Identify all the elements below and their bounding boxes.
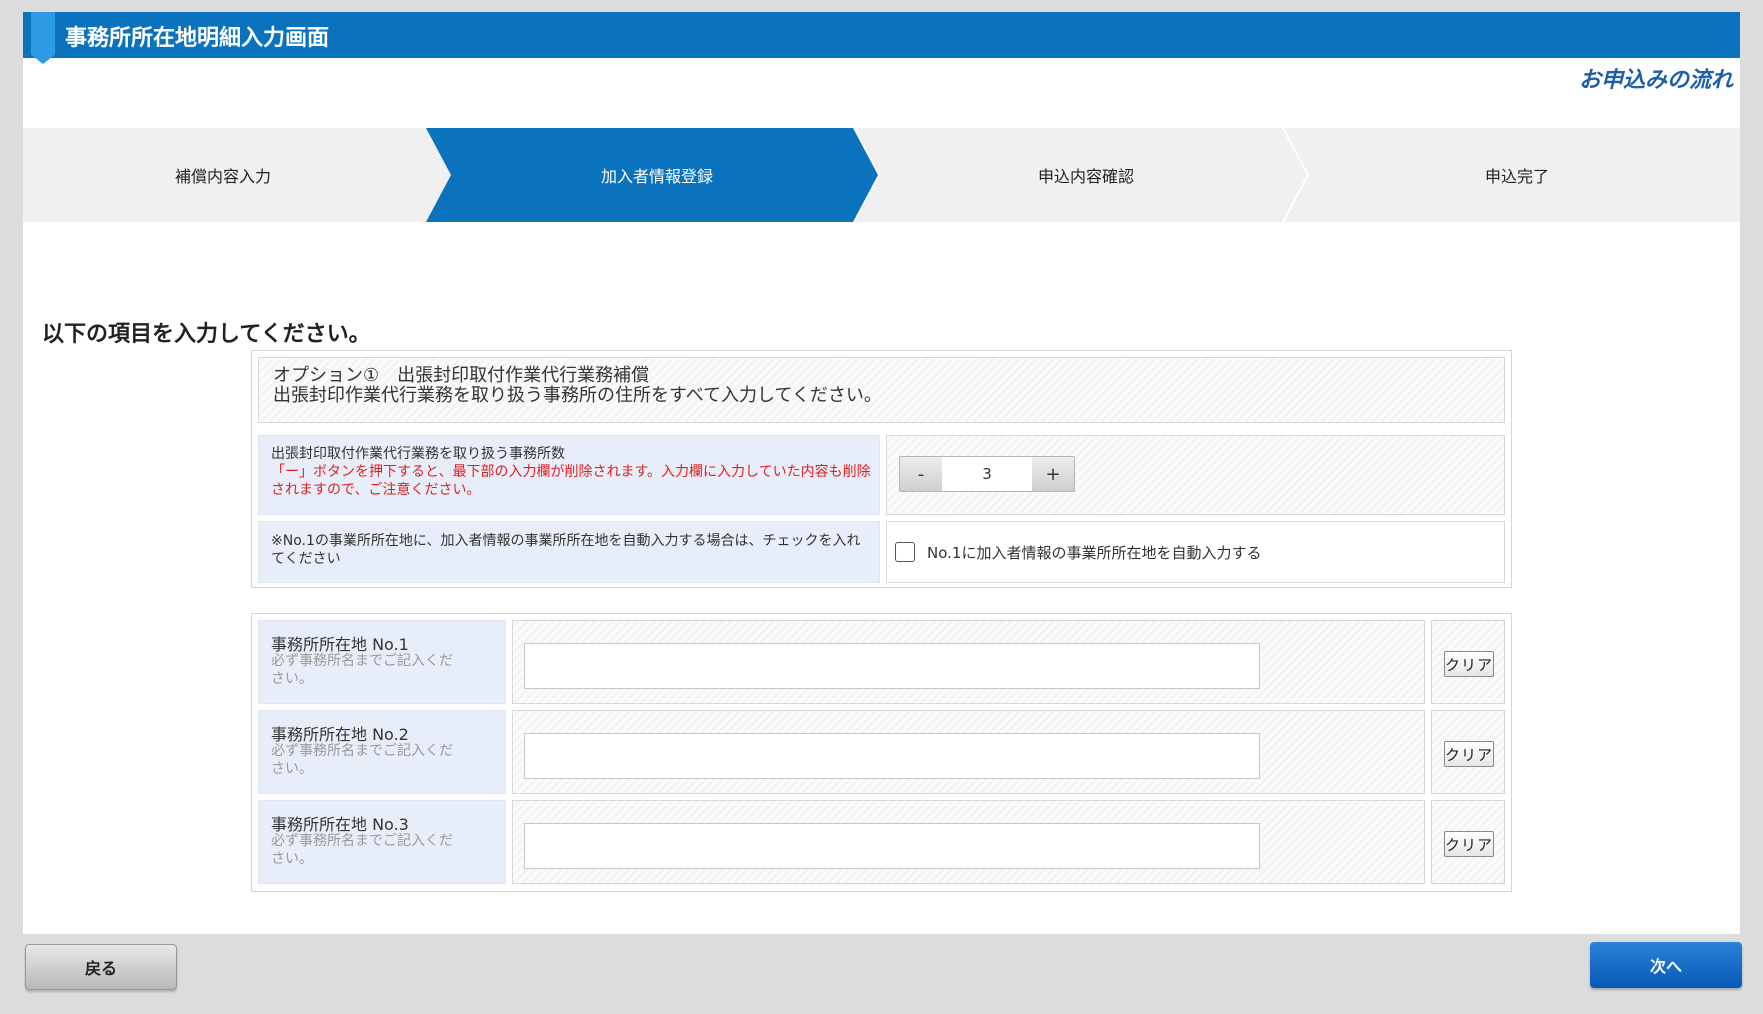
page-title: 事務所所在地明細入力画面 [65, 26, 330, 51]
option-group: オプション① 出張封印取付作業代行業務補償 出張封印作業代行業務を取り扱う事務所… [251, 350, 1512, 588]
instruction-heading: 以下の項目を入力してください。 [42, 322, 371, 347]
decrement-button[interactable]: - [900, 457, 942, 491]
office-count-text: 出張封印取付作業代行業務を取り扱う事務所数 「ー」ボタンを押下すると、最下部の入… [271, 445, 871, 499]
clear-button-3[interactable]: クリア [1444, 831, 1494, 857]
office-count-value: 3 [982, 465, 992, 483]
step-label: 申込内容確認 [1037, 167, 1134, 186]
bookmark-icon [31, 12, 55, 64]
option-header: オプション① 出張封印取付作業代行業務補償 出張封印作業代行業務を取り扱う事務所… [258, 357, 1505, 423]
office-count-stepper[interactable]: - 3 + [899, 456, 1075, 492]
autofill-checkbox[interactable] [895, 542, 915, 562]
office-count-label: 出張封印取付作業代行業務を取り扱う事務所数 [271, 446, 565, 462]
clear-cell: クリア [1431, 710, 1505, 794]
address-label-cell: 事務所所在地 No.2 必ず事務所名までご記入ください。 [258, 710, 506, 794]
clear-button-2[interactable]: クリア [1444, 741, 1494, 767]
office-count-label-cell: 出張封印取付作業代行業務を取り扱う事務所数 「ー」ボタンを押下すると、最下部の入… [258, 435, 880, 515]
office-count-warning: 「ー」ボタンを押下すると、最下部の入力欄が削除されます。入力欄に入力していた内容… [271, 464, 871, 498]
address-input-cell [512, 620, 1425, 704]
autofill-note: ※No.1の事業所所在地に、加入者情報の事業所所在地を自動入力する場合は、チェッ… [271, 533, 861, 567]
address-note: 必ず事務所名までご記入ください。 [271, 743, 453, 777]
option-header-text: オプション① 出張封印取付作業代行業務補償 出張封印作業代行業務を取り扱う事務所… [273, 366, 882, 406]
clear-button-1[interactable]: クリア [1444, 651, 1494, 677]
step-member-registration: 加入者情報登録 [426, 128, 878, 222]
address-label-cell: 事務所所在地 No.3 必ず事務所名までご記入ください。 [258, 800, 506, 884]
address-input-3[interactable] [524, 823, 1260, 869]
address-note: 必ず事務所名までご記入ください。 [271, 833, 453, 867]
clear-cell: クリア [1431, 800, 1505, 884]
address-input-1[interactable] [524, 643, 1260, 689]
office-count-value-cell: - 3 + [886, 435, 1505, 515]
address-input-cell [512, 800, 1425, 884]
step-label: 補償内容入力 [174, 167, 271, 186]
step-label: 加入者情報登録 [600, 167, 713, 186]
progress-steps: 補償内容入力 加入者情報登録 申込内容確認 申込完了 [23, 128, 1740, 222]
title-bar: 事務所所在地明細入力画面 [23, 12, 1740, 64]
autofill-note-cell: ※No.1の事業所所在地に、加入者情報の事業所所在地を自動入力する場合は、チェッ… [258, 521, 880, 583]
next-button[interactable]: 次へ [1590, 942, 1742, 988]
step-complete: 申込完了 [1284, 128, 1740, 222]
option-description: 出張封印作業代行業務を取り扱う事務所の住所をすべて入力してください。 [273, 385, 882, 406]
autofill-checkbox-cell: No.1に加入者情報の事業所所在地を自動入力する [886, 521, 1505, 583]
address-group: 事務所所在地 No.1 必ず事務所名までご記入ください。 クリア 事務所所在地 … [251, 613, 1512, 892]
back-button[interactable]: 戻る [25, 944, 177, 990]
address-input-cell [512, 710, 1425, 794]
address-label-cell: 事務所所在地 No.1 必ず事務所名までご記入ください。 [258, 620, 506, 704]
step-label: 申込完了 [1484, 167, 1549, 186]
address-input-2[interactable] [524, 733, 1260, 779]
step-compensation-input: 補償内容入力 [23, 128, 453, 222]
application-flow-link[interactable]: お申込みの流れ [1579, 62, 1733, 94]
option-title: オプション① 出張封印取付作業代行業務補償 [273, 365, 650, 386]
step-confirmation: 申込内容確認 [855, 128, 1307, 222]
autofill-checkbox-label[interactable]: No.1に加入者情報の事業所所在地を自動入力する [927, 542, 1261, 563]
clear-cell: クリア [1431, 620, 1505, 704]
address-note: 必ず事務所名までご記入ください。 [271, 653, 453, 687]
increment-button[interactable]: + [1032, 457, 1074, 491]
